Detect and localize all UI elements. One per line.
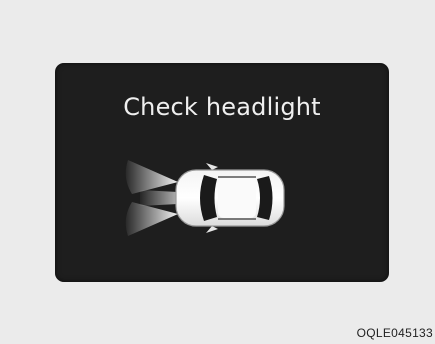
image-code-label: OQLE045133 [356, 326, 433, 340]
warning-message: Check headlight [123, 93, 321, 121]
lower-beam [125, 202, 178, 236]
center-beam [140, 190, 178, 206]
upper-beam [125, 160, 178, 194]
car-headlight-warning-icon [125, 160, 285, 236]
warning-display: Check headlight [55, 63, 389, 282]
